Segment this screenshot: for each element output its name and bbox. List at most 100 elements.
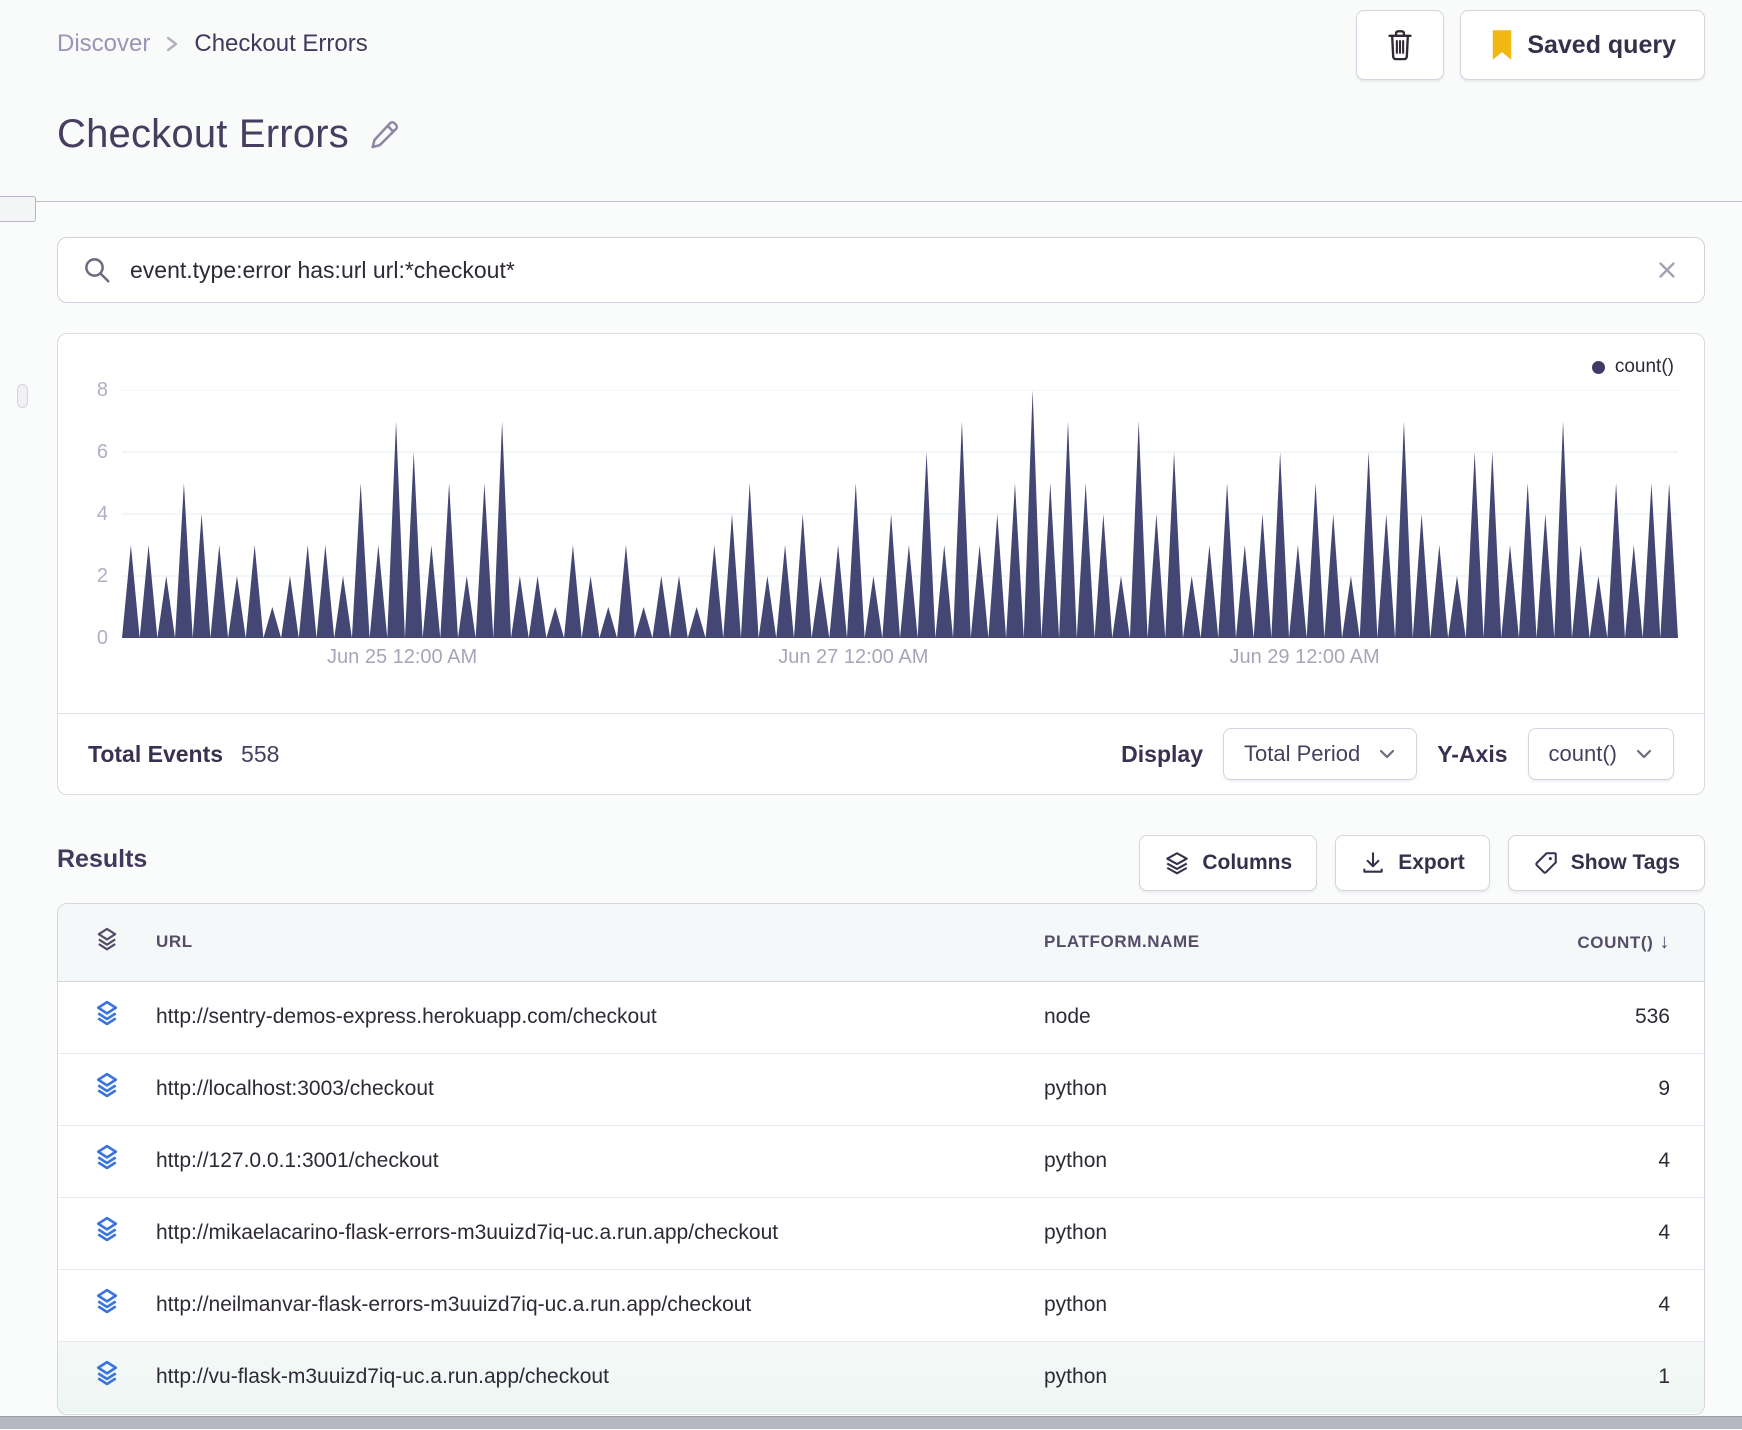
stack-drilldown-icon[interactable] bbox=[92, 1359, 122, 1389]
layers-icon bbox=[93, 926, 121, 954]
total-events-label: Total Events bbox=[88, 740, 224, 767]
export-button[interactable]: Export bbox=[1335, 835, 1490, 891]
row-count: 4 bbox=[1464, 1125, 1704, 1198]
columns-button-label: Columns bbox=[1202, 851, 1293, 874]
row-drilldown-cell bbox=[58, 1269, 156, 1342]
table-header-row: URL PLATFORM.NAME COUNT() ↓ bbox=[58, 904, 1704, 982]
chart-footer: Total Events 558 Display Total Period Y-… bbox=[58, 714, 1704, 794]
legend-label: count() bbox=[1614, 356, 1674, 377]
chevron-down-icon bbox=[1378, 747, 1396, 761]
saved-query-button[interactable]: Saved query bbox=[1460, 10, 1705, 80]
y-axis-tick: 2 bbox=[96, 565, 108, 587]
display-dropdown-value: Total Period bbox=[1244, 741, 1361, 766]
results-actions: Columns Export Show Tags bbox=[1139, 835, 1705, 891]
delete-query-button[interactable] bbox=[1356, 10, 1445, 80]
download-icon bbox=[1360, 850, 1386, 876]
header-platform-column[interactable]: PLATFORM.NAME bbox=[1044, 904, 1464, 982]
x-axis-tick: Jun 29 12:00 AM bbox=[1229, 646, 1380, 668]
sort-desc-icon: ↓ bbox=[1659, 930, 1670, 953]
stack-drilldown-icon[interactable] bbox=[92, 1071, 122, 1101]
clear-search-icon[interactable] bbox=[1654, 257, 1680, 283]
row-drilldown-cell bbox=[58, 1341, 156, 1413]
table-row: http://vu-flask-m3uuizd7iq-uc.a.run.app/… bbox=[58, 1341, 1704, 1413]
row-drilldown-cell bbox=[58, 1053, 156, 1126]
x-axis-tick: Jun 25 12:00 AM bbox=[327, 646, 478, 668]
yaxis-label: Y-Axis bbox=[1437, 740, 1508, 767]
row-platform: python bbox=[1044, 1125, 1464, 1198]
y-axis-tick: 4 bbox=[96, 503, 108, 525]
row-url[interactable]: http://127.0.0.1:3001/checkout bbox=[156, 1125, 1044, 1198]
trash-icon bbox=[1384, 28, 1416, 62]
x-axis-tick: Jun 27 12:00 AM bbox=[778, 646, 929, 668]
show-tags-button[interactable]: Show Tags bbox=[1507, 835, 1705, 891]
row-platform: node bbox=[1044, 981, 1464, 1054]
edit-title-pencil-icon[interactable] bbox=[367, 118, 401, 152]
legend-dot-icon bbox=[1591, 360, 1605, 374]
chevron-right-icon bbox=[164, 32, 180, 56]
yaxis-dropdown[interactable]: count() bbox=[1527, 728, 1674, 780]
events-chart-panel: count() 0 2 4 6 8 Jun 25 12:00 AM Jun 27 12:0… bbox=[57, 333, 1705, 795]
breadcrumb-current: Checkout Errors bbox=[194, 30, 368, 57]
row-count: 1 bbox=[1658, 1365, 1670, 1389]
results-table: URL PLATFORM.NAME COUNT() ↓ http://sentry… bbox=[58, 904, 1704, 1413]
table-row: http://neilmanvar-flask-errors-m3uuizd7i… bbox=[58, 1269, 1704, 1342]
row-url[interactable]: http://vu-flask-m3uuizd7iq-uc.a.run.app/… bbox=[156, 1341, 1044, 1413]
stack-drilldown-icon[interactable] bbox=[92, 999, 122, 1029]
horizontal-scrollbar[interactable] bbox=[0, 1416, 1742, 1429]
row-drilldown-cell bbox=[58, 981, 156, 1054]
layers-icon bbox=[1164, 850, 1190, 876]
bookmark-icon bbox=[1489, 29, 1515, 61]
panel-drag-handle[interactable] bbox=[17, 384, 28, 408]
row-drilldown-cell bbox=[58, 1125, 156, 1198]
table-row: http://127.0.0.1:3001/checkout python 4 bbox=[58, 1125, 1704, 1198]
header-url-column[interactable]: URL bbox=[156, 904, 1044, 982]
header-actions: Saved query bbox=[1356, 10, 1705, 80]
row-url[interactable]: http://neilmanvar-flask-errors-m3uuizd7i… bbox=[156, 1269, 1044, 1342]
row-url[interactable]: http://localhost:3003/checkout bbox=[156, 1053, 1044, 1126]
row-url[interactable]: http://mikaelacarino-flask-errors-m3uuiz… bbox=[156, 1197, 1044, 1270]
row-platform: python bbox=[1044, 1269, 1464, 1342]
sidebar-collapse-tab[interactable] bbox=[0, 196, 36, 222]
header-count-column[interactable]: COUNT() ↓ bbox=[1464, 904, 1704, 982]
export-button-label: Export bbox=[1398, 851, 1465, 874]
stack-drilldown-icon[interactable] bbox=[92, 1287, 122, 1317]
row-url[interactable]: http://sentry-demos-express.herokuapp.co… bbox=[156, 981, 1044, 1054]
row-platform: python bbox=[1044, 1197, 1464, 1270]
table-row: http://sentry-demos-express.herokuapp.co… bbox=[58, 981, 1704, 1054]
stack-drilldown-icon[interactable] bbox=[92, 1215, 122, 1245]
display-dropdown[interactable]: Total Period bbox=[1223, 728, 1418, 780]
row-drilldown-cell bbox=[58, 1197, 156, 1270]
show-tags-button-label: Show Tags bbox=[1570, 851, 1680, 874]
stack-drilldown-icon[interactable] bbox=[92, 1143, 122, 1173]
results-table-body: http://sentry-demos-express.herokuapp.co… bbox=[58, 981, 1704, 1413]
saved-query-label: Saved query bbox=[1527, 30, 1676, 59]
table-row: http://mikaelacarino-flask-errors-m3uuiz… bbox=[58, 1197, 1704, 1270]
page-title: Checkout Errors bbox=[57, 112, 349, 156]
row-count: 536 bbox=[1464, 981, 1704, 1054]
page-header: Discover Checkout Errors Saved query Che… bbox=[0, 0, 1742, 202]
chart-y-labels: 0 2 4 6 8 bbox=[92, 379, 116, 649]
results-heading: Results bbox=[57, 845, 148, 873]
row-platform: python bbox=[1044, 1053, 1464, 1126]
search-bar[interactable] bbox=[57, 237, 1705, 303]
yaxis-dropdown-value: count() bbox=[1548, 741, 1617, 766]
search-input[interactable] bbox=[130, 256, 1636, 284]
chevron-down-icon bbox=[1635, 747, 1653, 761]
tag-icon bbox=[1533, 850, 1559, 876]
row-count: 9 bbox=[1464, 1053, 1704, 1126]
row-platform: python bbox=[1044, 1365, 1108, 1389]
chart-legend[interactable]: count() bbox=[1591, 356, 1674, 378]
display-label: Display bbox=[1121, 740, 1203, 767]
row-count: 4 bbox=[1464, 1269, 1704, 1342]
y-axis-tick: 8 bbox=[96, 379, 108, 401]
table-row: http://localhost:3003/checkout python 9 bbox=[58, 1053, 1704, 1126]
chart-plot-area[interactable] bbox=[122, 390, 1678, 638]
breadcrumb: Discover Checkout Errors bbox=[57, 30, 368, 58]
header-drilldown-column bbox=[58, 904, 156, 982]
discover-page: Discover Checkout Errors Saved query Che… bbox=[0, 0, 1742, 1430]
row-count: 4 bbox=[1464, 1197, 1704, 1270]
total-events-value: 558 bbox=[241, 740, 280, 767]
y-axis-tick: 0 bbox=[96, 627, 108, 649]
columns-button[interactable]: Columns bbox=[1139, 835, 1318, 891]
breadcrumb-discover-link[interactable]: Discover bbox=[57, 30, 150, 58]
